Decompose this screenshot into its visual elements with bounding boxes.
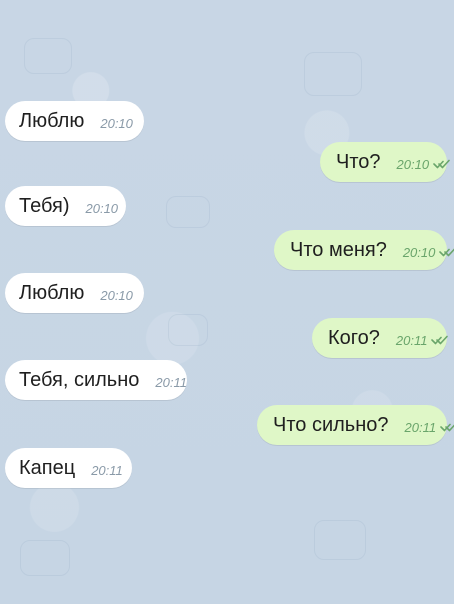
message-time: 20:11 [155, 374, 187, 390]
outgoing-message: Что? 20:10 [320, 142, 450, 182]
double-check-icon [439, 246, 454, 258]
message-time: 20:11 [91, 462, 123, 478]
message-text: Тебя, сильно [19, 369, 140, 391]
double-check-icon [440, 421, 454, 433]
message-text: Что? [336, 151, 381, 173]
message-text: Кого? [328, 327, 380, 349]
incoming-message: Люблю 20:10 [5, 273, 144, 313]
double-check-icon [431, 334, 449, 346]
message-text: Что сильно? [273, 414, 389, 436]
outgoing-message: Кого? 20:11 [312, 318, 449, 358]
message-text: Люблю [19, 282, 85, 304]
message-text: Тебя) [19, 195, 70, 217]
incoming-message: Тебя) 20:10 [5, 186, 126, 226]
message-text: Люблю [19, 110, 85, 132]
message-time: 20:10 [85, 200, 119, 216]
message-time: 20:11 [395, 332, 428, 348]
message-time: 20:10 [396, 156, 430, 172]
message-list: Люблю 20:10 Что? 20:10 Тебя) 20:10 Что м… [0, 0, 454, 604]
incoming-message: Тебя, сильно 20:11 [5, 360, 187, 400]
message-text: Капец [19, 457, 76, 479]
message-time: 20:10 [402, 244, 436, 260]
double-check-icon [433, 158, 451, 170]
message-text: Что меня? [290, 239, 387, 261]
message-time: 20:10 [100, 115, 133, 131]
message-time: 20:11 [404, 419, 437, 435]
message-time: 20:10 [100, 287, 133, 303]
incoming-message: Капец 20:11 [5, 448, 132, 488]
outgoing-message: Что меня? 20:10 [274, 230, 454, 270]
incoming-message: Люблю 20:10 [5, 101, 144, 141]
outgoing-message: Что сильно? 20:11 [257, 405, 454, 445]
